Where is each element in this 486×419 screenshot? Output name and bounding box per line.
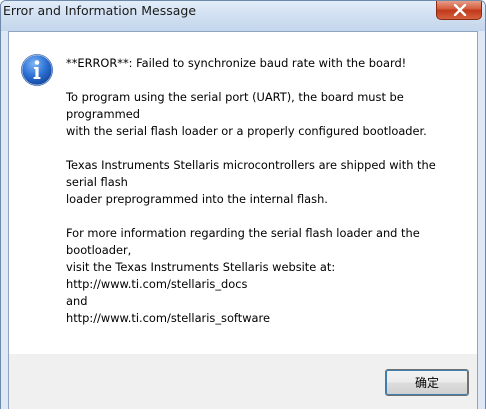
- message-line: programmed: [66, 107, 140, 121]
- background-strip: [0, 409, 486, 419]
- info-icon: [20, 53, 54, 87]
- message-line: For more information regarding the seria…: [66, 226, 420, 240]
- window-title: Error and Information Message: [3, 3, 197, 18]
- message-line: To program using the serial port (UART),…: [66, 90, 404, 104]
- message-line: serial flash: [66, 175, 128, 189]
- message-panel: **ERROR**: Failed to synchronize baud ra…: [9, 32, 477, 354]
- message-line: loader preprogrammed into the internal f…: [66, 192, 328, 206]
- dialog-window: Error and Information Message **ERROR**:…: [0, 0, 486, 419]
- stellaris-paragraph: Texas Instruments Stellaris microcontrol…: [66, 157, 466, 208]
- message-line: Texas Instruments Stellaris microcontrol…: [66, 158, 436, 172]
- dialog-client-area: **ERROR**: Failed to synchronize baud ra…: [8, 31, 478, 410]
- error-paragraph: **ERROR**: Failed to synchronize baud ra…: [66, 55, 466, 72]
- message-text: **ERROR**: Failed to synchronize baud ra…: [66, 55, 466, 327]
- message-line: visit the Texas Instruments Stellaris we…: [66, 260, 336, 274]
- title-bar[interactable]: Error and Information Message: [1, 1, 485, 31]
- message-line: with the serial flash loader or a proper…: [66, 124, 427, 138]
- error-line: **ERROR**: Failed to synchronize baud ra…: [66, 56, 407, 70]
- more-info-paragraph: For more information regarding the seria…: [66, 225, 466, 327]
- close-icon: [453, 4, 467, 16]
- message-line: bootloader,: [66, 243, 132, 257]
- uart-paragraph: To program using the serial port (UART),…: [66, 89, 466, 140]
- software-url: http://www.ti.com/stellaris_software: [66, 311, 270, 325]
- message-line: and: [66, 294, 88, 308]
- close-button[interactable]: [436, 1, 482, 20]
- docs-url: http://www.ti.com/stellaris_docs: [66, 277, 248, 291]
- ok-button[interactable]: 确定: [385, 369, 469, 396]
